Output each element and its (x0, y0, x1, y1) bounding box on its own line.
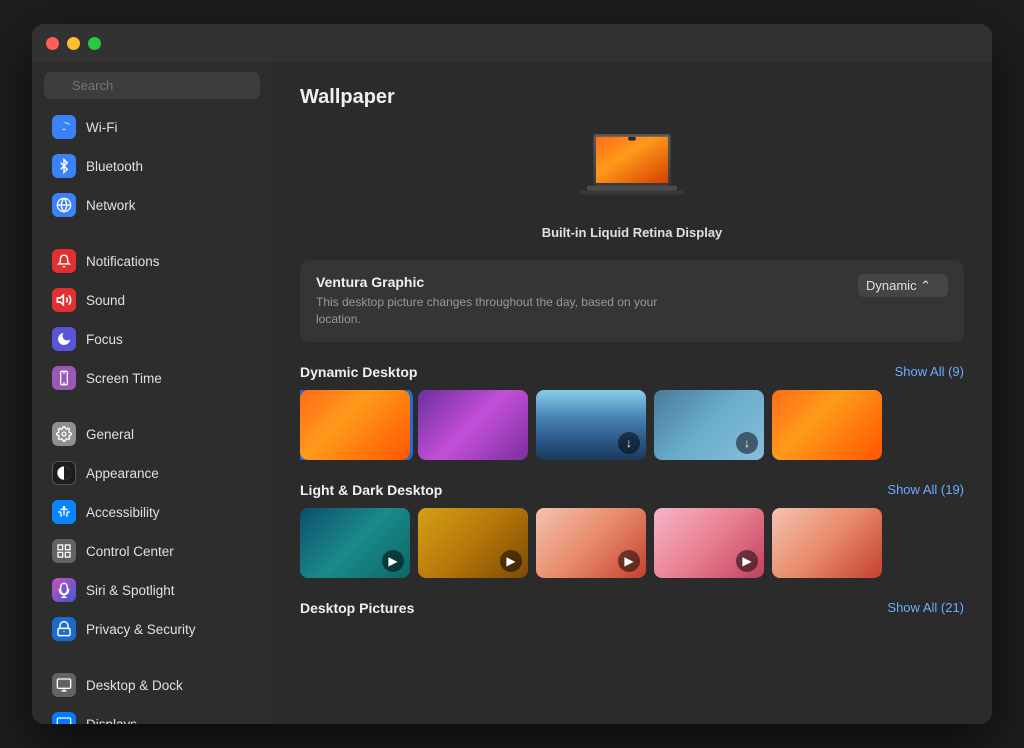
main-content: Wallpaper (272, 62, 992, 724)
laptop-illustration (567, 129, 697, 219)
wallpaper-desc: This desktop picture changes throughout … (316, 294, 676, 328)
desktop-pictures-title: Desktop Pictures (300, 600, 414, 616)
sidebar-item-controlcenter-label: Control Center (86, 544, 174, 559)
accessibility-icon (52, 500, 76, 524)
wallpaper-thumb-extra[interactable] (772, 390, 882, 460)
sidebar-item-focus-label: Focus (86, 332, 123, 347)
titlebar (32, 24, 992, 62)
controlcenter-icon (52, 539, 76, 563)
sidebar-item-bluetooth[interactable]: Bluetooth (38, 147, 266, 185)
network-icon (52, 193, 76, 217)
dynamic-desktop-title: Dynamic Desktop (300, 364, 417, 380)
bluetooth-icon (52, 154, 76, 178)
focus-icon (52, 327, 76, 351)
desktop-pictures-show-all[interactable]: Show All (21) (887, 600, 964, 615)
sidebar-item-accessibility[interactable]: Accessibility (38, 493, 266, 531)
wallpaper-ld3[interactable]: ▶ (536, 508, 646, 578)
search-container: 🔍 (32, 62, 272, 107)
wallpaper-info-text: Ventura Graphic This desktop picture cha… (316, 274, 676, 328)
notifications-icon (52, 249, 76, 273)
sidebar-item-desktop[interactable]: Desktop & Dock (38, 666, 266, 704)
sidebar-item-displays-label: Displays (86, 717, 137, 725)
screentime-icon (52, 366, 76, 390)
sidebar-item-privacy-label: Privacy & Security (86, 622, 196, 637)
wallpaper-thumb-bigsur[interactable]: ↓ (654, 390, 764, 460)
desktop-icon (52, 673, 76, 697)
sidebar-item-siri[interactable]: Siri & Spotlight (38, 571, 266, 609)
desktop-pictures-header: Desktop Pictures Show All (21) (300, 600, 964, 616)
minimize-button[interactable] (67, 37, 80, 50)
dynamic-desktop-show-all[interactable]: Show All (9) (895, 364, 964, 379)
appearance-icon (52, 461, 76, 485)
page-title: Wallpaper (300, 86, 964, 109)
sound-icon (52, 288, 76, 312)
sidebar-item-network-label: Network (86, 198, 136, 213)
wallpaper-ld1[interactable]: ▶ (300, 508, 410, 578)
play-overlay-1: ▶ (382, 550, 404, 572)
light-dark-show-all[interactable]: Show All (19) (887, 482, 964, 497)
sidebar-item-sound-label: Sound (86, 293, 125, 308)
close-button[interactable] (46, 37, 59, 50)
wallpaper-thumb-ventura[interactable] (300, 390, 410, 460)
privacy-icon (52, 617, 76, 641)
dynamic-desktop-header: Dynamic Desktop Show All (9) (300, 364, 964, 380)
sidebar-item-desktop-label: Desktop & Dock (86, 678, 183, 693)
display-preview: Built-in Liquid Retina Display (300, 129, 964, 240)
sidebar: 🔍 Wi-Fi Bluetooth (32, 62, 272, 724)
play-overlay-2: ▶ (500, 550, 522, 572)
sidebar-item-notifications-label: Notifications (86, 254, 160, 269)
sidebar-item-wifi-label: Wi-Fi (86, 120, 117, 135)
sidebar-item-privacy[interactable]: Privacy & Security (38, 610, 266, 648)
download-overlay-1: ↓ (618, 432, 640, 454)
light-dark-grid: ▶ ▶ ▶ ▶ (300, 508, 964, 578)
sidebar-group-media: Notifications Sound Focus (32, 241, 272, 398)
sidebar-item-network[interactable]: Network (38, 186, 266, 224)
sidebar-item-general-label: General (86, 427, 134, 442)
wallpaper-ld4[interactable]: ▶ (654, 508, 764, 578)
displays-icon (52, 712, 76, 724)
sidebar-item-appearance-label: Appearance (86, 466, 159, 481)
sidebar-group-system: General Appearance Accessibility (32, 414, 272, 649)
wallpaper-name: Ventura Graphic (316, 274, 676, 290)
dynamic-desktop-grid: ↓ ↓ (300, 390, 964, 460)
sidebar-item-screentime-label: Screen Time (86, 371, 162, 386)
wallpaper-thumb-purple[interactable] (418, 390, 528, 460)
wallpaper-info-box: Ventura Graphic This desktop picture cha… (300, 260, 964, 342)
sidebar-item-wifi[interactable]: Wi-Fi (38, 108, 266, 146)
sidebar-item-accessibility-label: Accessibility (86, 505, 160, 520)
system-preferences-window: 🔍 Wi-Fi Bluetooth (32, 24, 992, 724)
sidebar-item-controlcenter[interactable]: Control Center (38, 532, 266, 570)
play-overlay-4: ▶ (736, 550, 758, 572)
light-dark-title: Light & Dark Desktop (300, 482, 442, 498)
wallpaper-ld2[interactable]: ▶ (418, 508, 528, 578)
sidebar-item-displays[interactable]: Displays (38, 705, 266, 724)
sidebar-item-siri-label: Siri & Spotlight (86, 583, 175, 598)
download-overlay-2: ↓ (736, 432, 758, 454)
window-content: 🔍 Wi-Fi Bluetooth (32, 62, 992, 724)
siri-icon (52, 578, 76, 602)
sidebar-item-notifications[interactable]: Notifications (38, 242, 266, 280)
play-overlay-3: ▶ (618, 550, 640, 572)
sidebar-item-appearance[interactable]: Appearance (38, 454, 266, 492)
maximize-button[interactable] (88, 37, 101, 50)
sidebar-group-desktop: Desktop & Dock Displays Wallpaper (32, 665, 272, 724)
search-wrapper: 🔍 (44, 72, 260, 99)
search-input[interactable] (44, 72, 260, 99)
display-label: Built-in Liquid Retina Display (542, 225, 723, 240)
sidebar-item-bluetooth-label: Bluetooth (86, 159, 143, 174)
sidebar-item-focus[interactable]: Focus (38, 320, 266, 358)
dynamic-mode-select[interactable]: Dynamic ⌃ Light Dark (858, 274, 948, 297)
wallpaper-thumb-catalina[interactable]: ↓ (536, 390, 646, 460)
sidebar-item-general[interactable]: General (38, 415, 266, 453)
wallpaper-ld5[interactable] (772, 508, 882, 578)
sidebar-group-connectivity: Wi-Fi Bluetooth Network (32, 107, 272, 225)
light-dark-header: Light & Dark Desktop Show All (19) (300, 482, 964, 498)
sidebar-item-sound[interactable]: Sound (38, 281, 266, 319)
general-icon (52, 422, 76, 446)
sidebar-item-screentime[interactable]: Screen Time (38, 359, 266, 397)
wifi-icon (52, 115, 76, 139)
